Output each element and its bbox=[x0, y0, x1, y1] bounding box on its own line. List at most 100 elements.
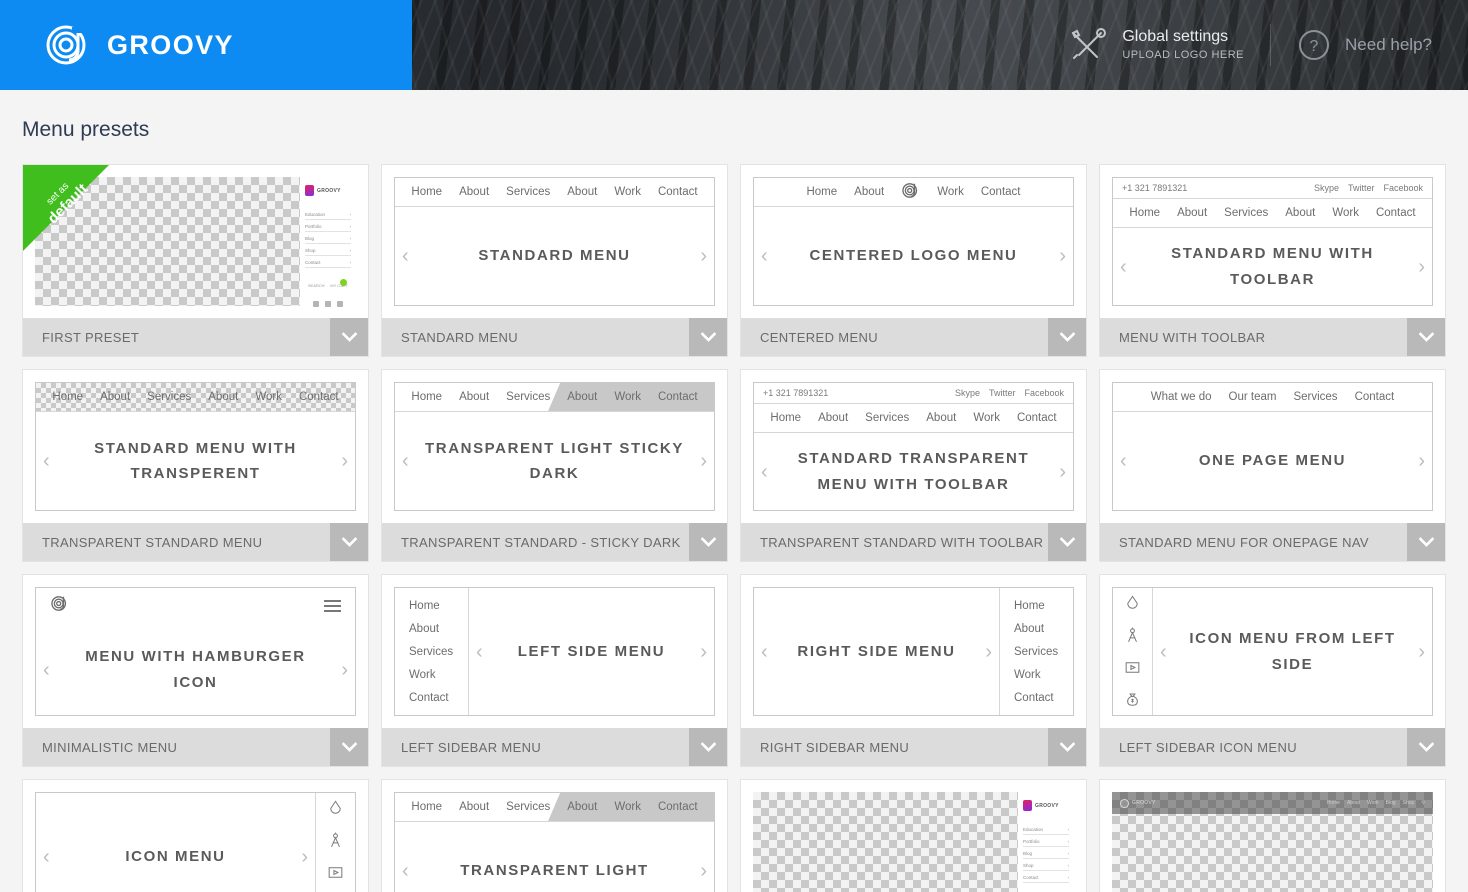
prev-preset-arrow[interactable]: ‹ bbox=[43, 451, 50, 471]
nav-item[interactable]: About bbox=[459, 801, 489, 813]
next-preset-arrow[interactable]: › bbox=[700, 642, 707, 662]
search-icon[interactable]: ⚲ bbox=[1421, 800, 1425, 806]
preset-expand-toggle[interactable] bbox=[330, 523, 368, 561]
next-preset-arrow[interactable]: › bbox=[700, 861, 707, 881]
prev-preset-arrow[interactable]: ‹ bbox=[476, 642, 483, 662]
logo-button[interactable] bbox=[50, 594, 69, 618]
next-preset-arrow[interactable]: › bbox=[1418, 642, 1425, 662]
preset-card-standard-menu[interactable]: Home About Services About Work Contact ‹ › ST… bbox=[381, 164, 728, 357]
nav-item[interactable]: Services bbox=[1293, 391, 1337, 403]
preset-expand-toggle[interactable] bbox=[330, 318, 368, 356]
prev-preset-arrow[interactable]: ‹ bbox=[43, 660, 50, 680]
play-box-icon[interactable] bbox=[1123, 658, 1142, 677]
money-bag-icon[interactable] bbox=[1123, 690, 1142, 709]
center-logo[interactable] bbox=[901, 181, 920, 203]
prev-preset-arrow[interactable]: ‹ bbox=[1160, 642, 1167, 662]
nav-item[interactable]: About bbox=[459, 391, 489, 403]
thumb-menu-row[interactable]: Portfolio › bbox=[305, 224, 351, 232]
next-preset-arrow[interactable]: › bbox=[1418, 257, 1425, 277]
preset-card-left-sidebar-menu[interactable]: Home About Services Work Contact ‹ › LEFT SI… bbox=[381, 574, 728, 767]
preset-expand-toggle[interactable] bbox=[1407, 523, 1445, 561]
nav-item[interactable]: Services bbox=[506, 391, 550, 403]
preset-expand-toggle[interactable] bbox=[1048, 318, 1086, 356]
droplet-icon[interactable] bbox=[326, 799, 345, 818]
preset-card-standard-menu-for-onepage-nav[interactable]: What we do Our team Services Contact ‹ › ON… bbox=[1099, 369, 1446, 562]
nav-item[interactable]: Services bbox=[1014, 646, 1073, 658]
nav-item[interactable]: Work bbox=[255, 391, 282, 403]
prev-preset-arrow[interactable]: ‹ bbox=[43, 847, 50, 867]
nav-item[interactable]: Work bbox=[409, 669, 468, 681]
toolbar-phone[interactable]: +1 321 7891321 bbox=[1122, 183, 1187, 193]
nav-item[interactable]: About bbox=[1285, 207, 1315, 219]
play-box-icon[interactable] bbox=[326, 863, 345, 882]
nav-item[interactable]: Services bbox=[506, 801, 550, 813]
nav-item[interactable]: Home bbox=[411, 801, 442, 813]
nav-item[interactable]: Work bbox=[614, 801, 641, 813]
nav-item[interactable]: Contact bbox=[658, 186, 698, 198]
preset-card-left-sidebar-icon-menu[interactable]: ‹ › ICON MENU FROM LEFT SIDE LEFT SIDEBA… bbox=[1099, 574, 1446, 767]
nav-item[interactable]: Work bbox=[1332, 207, 1359, 219]
preset-card-transparent-light-sticky[interactable]: Home About Services About Work Contact ‹ › TR… bbox=[381, 779, 728, 892]
nav-item[interactable]: Home bbox=[409, 600, 468, 612]
nav-item[interactable]: Our team bbox=[1229, 391, 1277, 403]
thumb-menu-row[interactable]: Blog › bbox=[305, 236, 351, 244]
compass-icon[interactable] bbox=[1123, 626, 1142, 645]
global-settings-button[interactable]: Global settings UPLOAD LOGO HERE bbox=[1067, 25, 1244, 65]
thumb-nav-item[interactable]: Blog bbox=[1386, 800, 1396, 806]
nav-item[interactable]: About bbox=[567, 391, 597, 403]
preset-card-first-preset[interactable]: set as default GROOVY Education › Portfoli… bbox=[22, 164, 369, 357]
next-preset-arrow[interactable]: › bbox=[341, 660, 348, 680]
nav-item[interactable]: What we do bbox=[1151, 391, 1212, 403]
preset-card-right-sidebar-menu[interactable]: ‹ › RIGHT SIDE MENU Home About Services Wor… bbox=[740, 574, 1087, 767]
thumb-menu-row[interactable]: Contact › bbox=[1023, 875, 1069, 883]
preset-card-right-sidebar-icon-menu[interactable]: ‹ › ICON MENU bbox=[22, 779, 369, 892]
nav-item[interactable]: Contact bbox=[658, 801, 698, 813]
next-preset-arrow[interactable]: › bbox=[301, 847, 308, 867]
thumb-menu-row[interactable]: Education › bbox=[1023, 827, 1069, 835]
droplet-icon[interactable] bbox=[1123, 594, 1142, 613]
nav-item[interactable]: Services bbox=[147, 391, 191, 403]
prev-preset-arrow[interactable]: ‹ bbox=[761, 642, 768, 662]
prev-preset-arrow[interactable]: ‹ bbox=[402, 451, 409, 471]
preset-card-transparent-standard-menu[interactable]: Home About Services About Work Contact ‹ › ST… bbox=[22, 369, 369, 562]
preset-card-transparent-sticky-dark[interactable]: Home About Services About Work Contact ‹ › TR… bbox=[381, 369, 728, 562]
nav-item[interactable]: About bbox=[1014, 623, 1073, 635]
nav-item[interactable]: About bbox=[567, 186, 597, 198]
thumb-nav-item[interactable]: Shop bbox=[1403, 800, 1415, 806]
thumb-tool[interactable]: SEARCH bbox=[308, 282, 325, 288]
thumb-nav-item[interactable]: Work bbox=[1367, 800, 1379, 806]
thumb-nav-item[interactable]: About bbox=[1347, 800, 1360, 806]
preset-expand-toggle[interactable] bbox=[1407, 728, 1445, 766]
nav-item[interactable]: Home bbox=[411, 391, 442, 403]
preset-card-menu-with-toolbar[interactable]: +1 321 7891321 Skype Twitter Facebook Home… bbox=[1099, 164, 1446, 357]
toolbar-social-link[interactable]: Facebook bbox=[1024, 388, 1064, 398]
brand-block[interactable]: GROOVY bbox=[0, 0, 412, 90]
nav-item[interactable]: Home bbox=[411, 186, 442, 198]
preset-expand-toggle[interactable] bbox=[689, 728, 727, 766]
thumb-menu-row[interactable]: Shop › bbox=[305, 248, 351, 256]
preset-expand-toggle[interactable] bbox=[330, 728, 368, 766]
toolbar-social-link[interactable]: Facebook bbox=[1383, 183, 1423, 193]
toolbar-social-link[interactable]: Skype bbox=[955, 388, 980, 398]
nav-item[interactable]: Home bbox=[52, 391, 83, 403]
nav-item[interactable]: About bbox=[567, 801, 597, 813]
nav-item[interactable]: About bbox=[854, 186, 884, 198]
next-preset-arrow[interactable]: › bbox=[1059, 246, 1066, 266]
twitter-icon[interactable] bbox=[313, 301, 319, 307]
nav-item[interactable]: Home bbox=[806, 186, 837, 198]
thumb-menu-row[interactable]: Education › bbox=[305, 212, 351, 220]
nav-item[interactable]: About bbox=[1177, 207, 1207, 219]
need-help-button[interactable]: ? Need help? bbox=[1297, 28, 1432, 62]
next-preset-arrow[interactable]: › bbox=[1059, 462, 1066, 482]
nav-item[interactable]: Contact bbox=[1355, 391, 1395, 403]
nav-item[interactable]: About bbox=[818, 412, 848, 424]
nav-item[interactable]: Services bbox=[409, 646, 468, 658]
preset-expand-toggle[interactable] bbox=[1048, 728, 1086, 766]
nav-item[interactable]: Work bbox=[614, 391, 641, 403]
nav-item[interactable]: About bbox=[926, 412, 956, 424]
next-preset-arrow[interactable]: › bbox=[700, 246, 707, 266]
nav-item[interactable]: Services bbox=[1224, 207, 1268, 219]
nav-item[interactable]: Work bbox=[614, 186, 641, 198]
prev-preset-arrow[interactable]: ‹ bbox=[761, 246, 768, 266]
nav-item[interactable]: Work bbox=[937, 186, 964, 198]
